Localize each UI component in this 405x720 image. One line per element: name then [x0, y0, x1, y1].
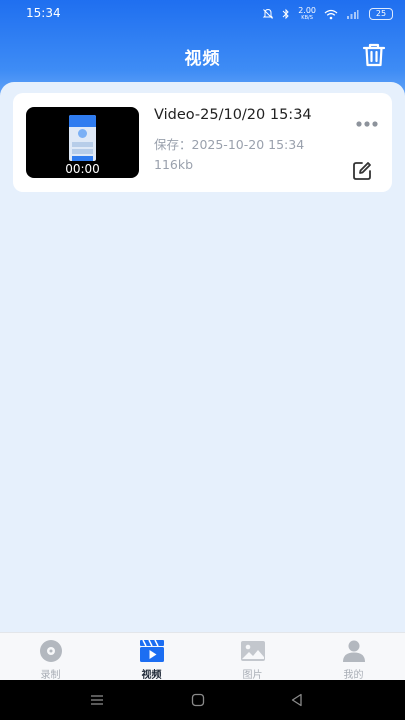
video-list: 00:00 Video-25/10/20 15:34 保存：2025-10-20… — [0, 82, 405, 632]
video-saved-time: 保存：2025-10-20 15:34 — [154, 137, 305, 152]
more-options-button[interactable] — [355, 113, 379, 127]
signal-icon — [347, 9, 359, 19]
menu-icon[interactable] — [89, 692, 105, 708]
nav-label-images: 图片 — [242, 670, 263, 681]
wifi-icon — [324, 9, 338, 19]
bluetooth-icon — [282, 8, 289, 20]
video-card[interactable]: 00:00 Video-25/10/20 15:34 保存：2025-10-20… — [13, 93, 392, 192]
image-icon — [241, 641, 265, 661]
video-title: Video-25/10/20 15:34 — [154, 107, 312, 123]
screen-preview-image — [69, 115, 96, 161]
back-icon[interactable] — [289, 692, 305, 708]
record-disc-icon — [40, 640, 62, 662]
nav-item-record[interactable]: 录制 — [0, 633, 101, 681]
nav-label-profile: 我的 — [343, 670, 364, 681]
delete-button[interactable] — [360, 41, 388, 69]
bell-muted-icon — [262, 8, 274, 19]
edit-button[interactable] — [351, 160, 373, 182]
nav-item-profile[interactable]: 我的 — [303, 633, 404, 681]
video-size: 116kb — [154, 157, 194, 172]
nav-label-video: 视频 — [141, 670, 162, 681]
battery-indicator: 25 — [369, 8, 393, 20]
video-thumbnail[interactable]: 00:00 — [26, 107, 139, 178]
system-nav-bar — [0, 680, 405, 720]
nav-item-video[interactable]: 视频 — [101, 633, 202, 681]
video-clapper-icon — [140, 639, 164, 662]
person-icon — [343, 640, 365, 662]
page-title: 视频 — [184, 49, 221, 69]
status-time: 15:34 — [26, 6, 61, 20]
nav-item-images[interactable]: 图片 — [202, 633, 303, 681]
net-speed: 2.00 KB/S — [298, 6, 316, 22]
more-dots-icon — [356, 121, 378, 127]
trash-icon — [362, 43, 386, 67]
video-duration: 00:00 — [65, 162, 100, 176]
status-icons: 2.00 KB/S — [262, 7, 359, 21]
edit-pencil-icon — [353, 162, 371, 180]
status-bar: 15:34 2.00 KB/S 25 — [0, 0, 405, 28]
bottom-nav: 录制 视频 图片 我的 — [0, 632, 405, 681]
nav-label-record: 录制 — [40, 670, 61, 681]
home-icon[interactable] — [190, 692, 206, 708]
